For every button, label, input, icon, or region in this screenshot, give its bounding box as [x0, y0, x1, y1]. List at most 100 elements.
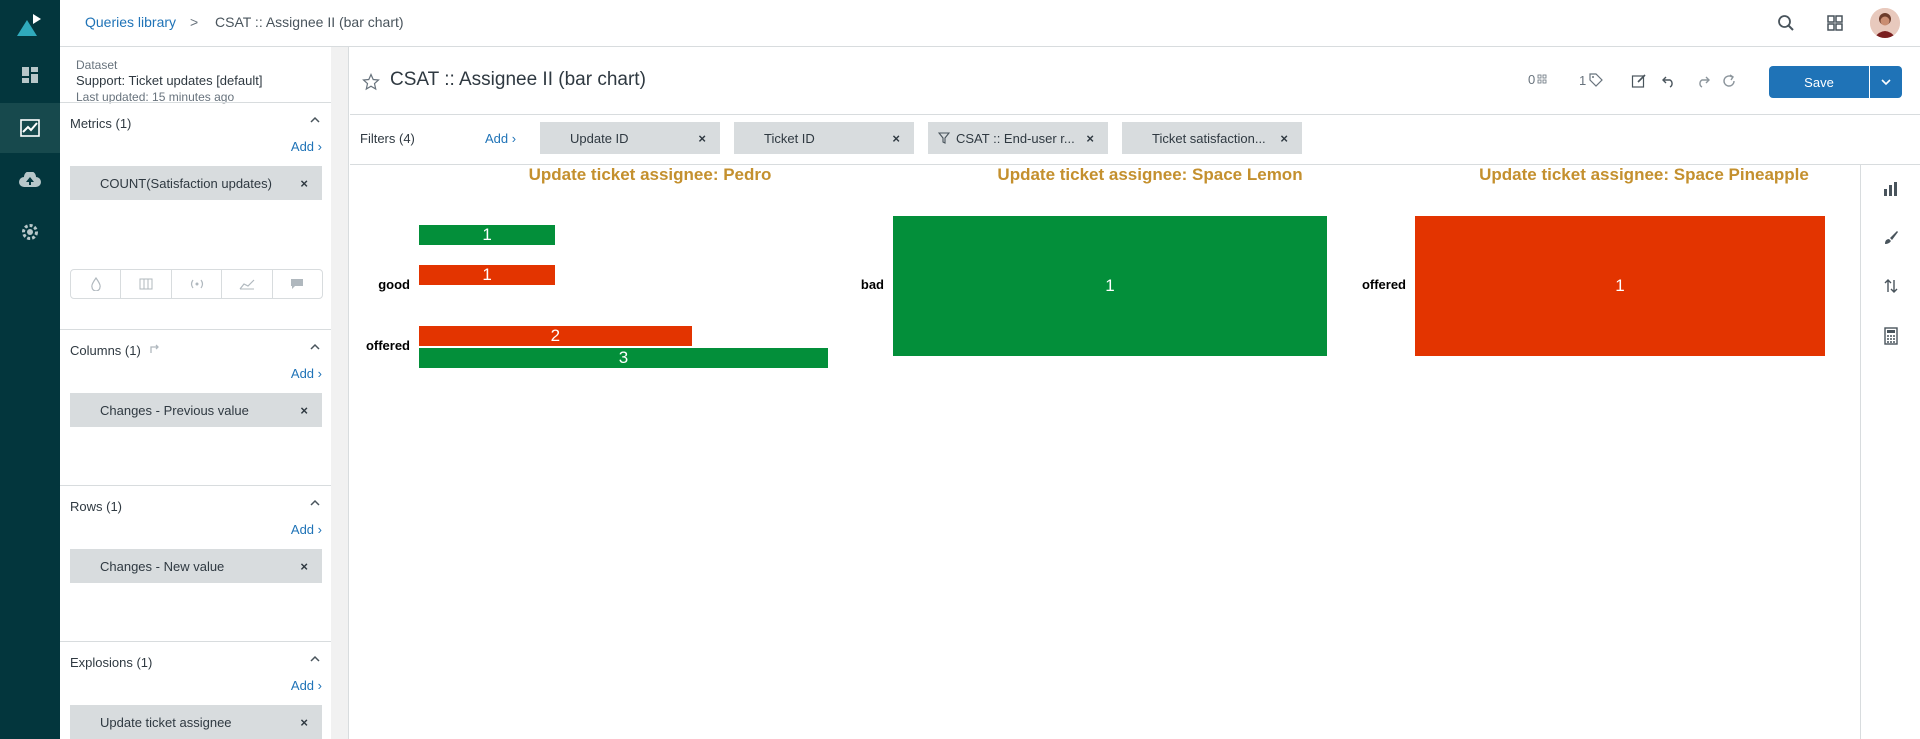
queries-chart-icon[interactable]	[0, 103, 60, 153]
dashboard-icon[interactable]	[0, 50, 60, 100]
column-pill-label: Changes - Previous value	[100, 402, 249, 418]
metric-pill-label: COUNT(Satisfaction updates)	[100, 175, 272, 191]
filters-title: Filters (4)	[360, 131, 415, 146]
collapse-chevron-icon[interactable]	[308, 652, 322, 666]
metric-pill[interactable]: COUNT(Satisfaction updates) ×	[70, 166, 322, 200]
explosions-title: Explosions (1)	[70, 655, 153, 670]
edit-pencil-icon[interactable]	[1628, 70, 1650, 92]
filter-pill-label: Ticket satisfaction...	[1152, 130, 1266, 146]
explosion-pill[interactable]: Update ticket assignee ×	[70, 705, 322, 739]
explosions-add-link[interactable]: Add ›	[291, 678, 322, 693]
row-pill[interactable]: Changes - New value ×	[70, 549, 322, 583]
remove-icon[interactable]: ×	[300, 176, 308, 191]
broadcast-icon[interactable]	[170, 269, 223, 299]
comment-icon[interactable]	[271, 269, 324, 299]
collapse-chevron-icon[interactable]	[308, 340, 322, 354]
bar-pedro-offered-red: 2	[419, 326, 692, 346]
bar-space-pineapple-offered: 1	[1415, 216, 1825, 356]
row-label-offered: offered	[365, 338, 410, 353]
favorite-star-icon[interactable]	[362, 73, 380, 91]
query-config-panel: Dataset Support: Ticket updates [default…	[60, 47, 332, 739]
paintbrush-icon[interactable]	[1880, 227, 1902, 249]
filter-pill-csat-end-user[interactable]: CSAT :: End-user r... ×	[928, 122, 1108, 154]
breadcrumb-current: CSAT :: Assignee II (bar chart)	[215, 14, 404, 30]
cloud-upload-icon[interactable]	[0, 155, 60, 205]
breadcrumb-queries-library[interactable]: Queries library	[85, 14, 176, 30]
remove-icon[interactable]: ×	[1280, 131, 1288, 146]
nav-rail	[0, 0, 60, 739]
visualization-type-row	[70, 269, 324, 299]
metrics-section: Metrics (1) Add › COUNT(Satisfaction upd…	[60, 102, 332, 329]
columns-icon[interactable]	[120, 269, 172, 299]
row-label-good: good	[378, 277, 410, 292]
row-pill-label: Changes - New value	[100, 558, 225, 574]
tag-icon	[1589, 73, 1604, 87]
grid-small-icon	[1537, 74, 1547, 83]
tags-count: 1	[1579, 72, 1587, 88]
collapse-chevron-icon[interactable]	[308, 496, 322, 510]
bar-pedro-1: 1	[419, 225, 556, 245]
refresh-icon[interactable]	[1718, 70, 1740, 92]
product-logo-icon[interactable]	[15, 10, 45, 38]
filter-pill-label: CSAT :: End-user r...	[956, 130, 1075, 146]
calculator-icon[interactable]	[1880, 325, 1902, 347]
chart-area: Update ticket assignee: Pedro good offer…	[350, 165, 1860, 739]
dataset-name[interactable]: Support: Ticket updates [default]	[76, 73, 262, 89]
remove-icon[interactable]: ×	[698, 131, 706, 146]
dataset-label: Dataset	[76, 58, 118, 72]
explosion-pill-label: Update ticket assignee	[100, 714, 232, 730]
remove-icon[interactable]: ×	[1086, 131, 1094, 146]
search-icon[interactable]	[1773, 10, 1799, 36]
rows-title: Rows (1)	[70, 499, 123, 514]
columns-title: Columns (1)	[70, 343, 141, 358]
explosions-section: Explosions (1) Add › Update ticket assig…	[60, 641, 332, 739]
filters-bar: Filters (4) Add › Update ID × Ticket ID …	[350, 115, 1920, 165]
query-title[interactable]: CSAT :: Assignee II (bar chart)	[390, 69, 646, 91]
settings-gear-icon[interactable]	[0, 207, 60, 257]
breadcrumb-separator: >	[190, 14, 199, 30]
filter-pill-label: Ticket ID	[764, 130, 815, 146]
metrics-add-link[interactable]: Add ›	[291, 139, 322, 154]
rows-add-link[interactable]: Add ›	[291, 522, 322, 537]
chart-title-space-pineapple: Update ticket assignee: Space Pineapple	[1479, 165, 1809, 184]
comments-count: 0	[1528, 72, 1536, 87]
columns-add-link[interactable]: Add ›	[291, 366, 322, 381]
panel-scrollbar[interactable]	[331, 47, 349, 739]
undo-icon[interactable]	[1657, 70, 1679, 92]
filter-pill-label: Update ID	[570, 130, 629, 146]
save-options-chevron-icon[interactable]	[1870, 66, 1902, 98]
bar-space-lemon-bad: 1	[893, 216, 1327, 356]
columns-section: Columns (1) Add › Changes - Previous val…	[60, 329, 332, 485]
comments-counter[interactable]: 0	[1528, 72, 1547, 87]
drop-icon[interactable]	[70, 269, 122, 299]
chart-title-space-lemon: Update ticket assignee: Space Lemon	[997, 165, 1303, 184]
sort-arrows-icon[interactable]	[1880, 275, 1902, 297]
metrics-title: Metrics (1)	[70, 116, 132, 131]
collapse-chevron-icon[interactable]	[308, 113, 322, 127]
area-chart-icon[interactable]	[221, 269, 273, 299]
filter-pill-update-id[interactable]: Update ID ×	[540, 122, 720, 154]
swap-icon[interactable]	[148, 343, 162, 357]
rows-section: Rows (1) Add › Changes - New value ×	[60, 485, 332, 641]
right-toolbar	[1860, 165, 1920, 739]
filter-pill-ticket-id[interactable]: Ticket ID ×	[734, 122, 914, 154]
user-avatar[interactable]	[1870, 8, 1900, 38]
bar-chart-icon[interactable]	[1880, 178, 1902, 200]
redo-icon[interactable]	[1693, 70, 1715, 92]
top-bar: Queries library > CSAT :: Assignee II (b…	[60, 0, 1920, 47]
column-pill[interactable]: Changes - Previous value ×	[70, 393, 322, 427]
save-button[interactable]: Save	[1769, 66, 1869, 98]
remove-icon[interactable]: ×	[892, 131, 900, 146]
remove-icon[interactable]: ×	[300, 403, 308, 418]
chart-title-pedro: Update ticket assignee: Pedro	[528, 165, 772, 184]
product-tray-grid-icon[interactable]	[1822, 10, 1848, 36]
remove-icon[interactable]: ×	[300, 715, 308, 730]
filter-pill-ticket-satisfaction[interactable]: Ticket satisfaction... ×	[1122, 122, 1302, 154]
funnel-filter-icon	[938, 132, 950, 144]
dataset-info: Dataset Support: Ticket updates [default…	[76, 57, 262, 105]
filters-add-link[interactable]: Add ›	[485, 131, 516, 146]
remove-icon[interactable]: ×	[300, 559, 308, 574]
row-label-offered: offered	[1361, 277, 1406, 292]
tags-counter[interactable]: 1	[1579, 72, 1604, 88]
query-header: CSAT :: Assignee II (bar chart) 0 1 Save	[350, 47, 1920, 115]
